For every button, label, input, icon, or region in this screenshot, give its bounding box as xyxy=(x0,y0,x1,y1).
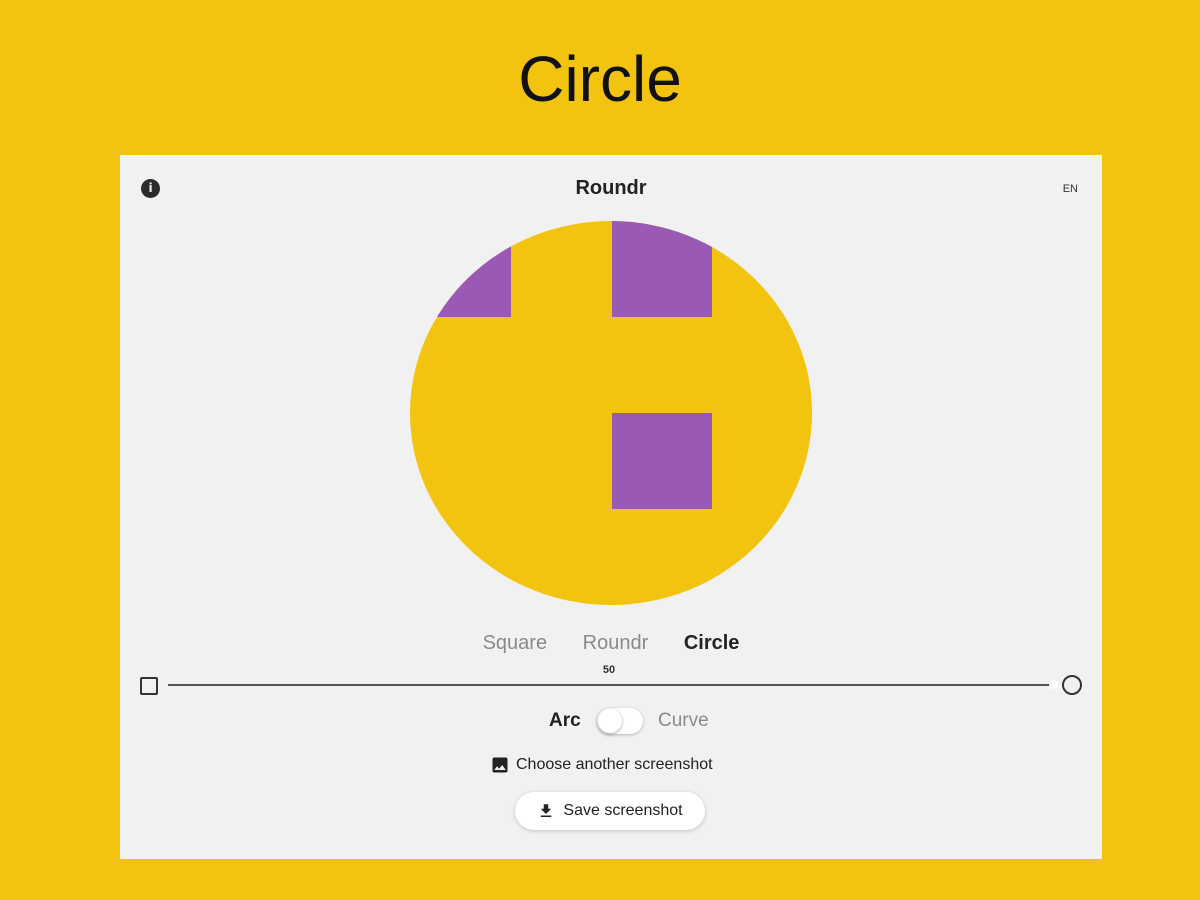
app-card: i Roundr EN Square Roundr Circle 50 Arc … xyxy=(120,155,1102,859)
page-title: Circle xyxy=(518,43,682,115)
square-icon xyxy=(140,677,158,695)
save-screenshot-label: Save screenshot xyxy=(563,802,683,819)
language-selector[interactable]: EN xyxy=(1063,183,1078,195)
choose-screenshot-label: Choose another screenshot xyxy=(516,756,713,773)
download-icon xyxy=(541,804,552,817)
tab-circle[interactable]: Circle xyxy=(684,632,740,655)
preview-block-top-left xyxy=(410,221,511,317)
tab-roundr[interactable]: Roundr xyxy=(583,632,649,655)
image-icon xyxy=(492,757,508,773)
choose-screenshot-button[interactable]: Choose another screenshot xyxy=(490,754,713,776)
circle-preview xyxy=(410,221,812,605)
slider-thumb[interactable] xyxy=(1049,680,1058,689)
toggle-knob[interactable] xyxy=(598,709,622,733)
arc-label: Arc xyxy=(549,710,581,731)
circle-icon xyxy=(1062,675,1082,695)
roundness-slider[interactable] xyxy=(168,684,1056,686)
app-title: Roundr xyxy=(575,177,647,199)
tab-square[interactable]: Square xyxy=(483,632,548,655)
arc-curve-toggle-row: Arc Curve xyxy=(120,708,1102,738)
arc-curve-toggle[interactable] xyxy=(597,708,643,734)
curve-label: Curve xyxy=(658,710,709,731)
mode-tabs: Square Roundr Circle xyxy=(120,632,1102,655)
save-screenshot-button[interactable]: Save screenshot xyxy=(515,792,705,830)
preview-block-top-center xyxy=(612,221,712,317)
preview-block-middle xyxy=(612,413,712,509)
slider-value: 50 xyxy=(602,664,616,676)
